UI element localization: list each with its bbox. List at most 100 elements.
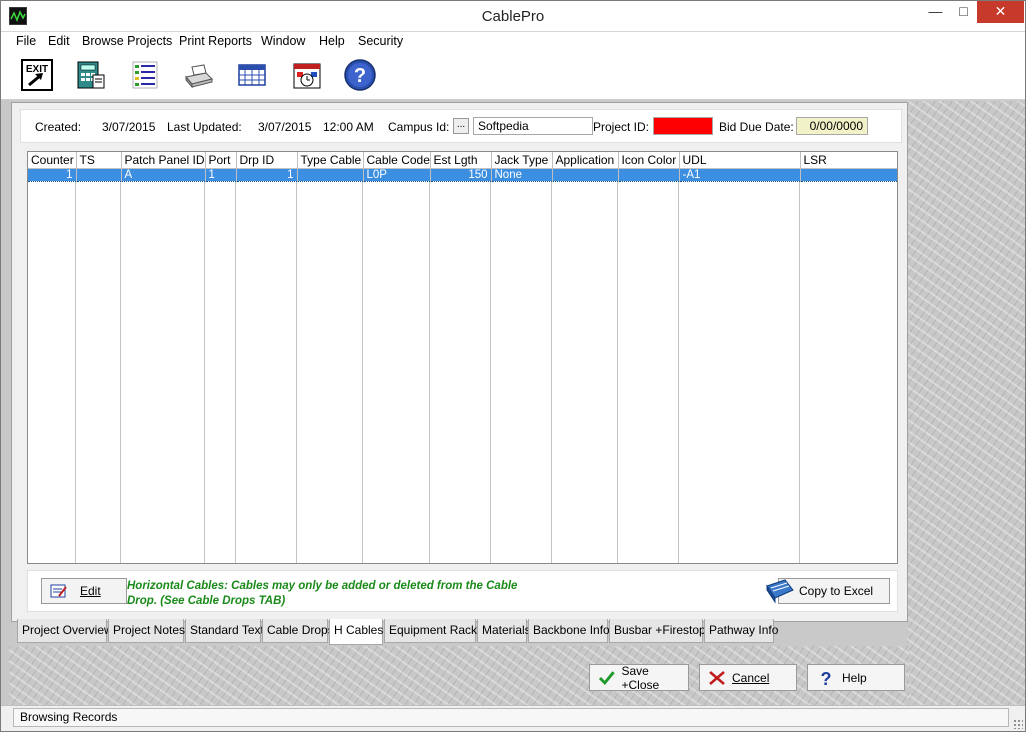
- minimize-icon: —: [928, 3, 943, 19]
- table-row[interactable]: 1 A 1 1 L0P 150 None -A1: [28, 167, 897, 182]
- edit-button[interactable]: Edit: [41, 578, 127, 604]
- campus-id-field[interactable]: Softpedia: [473, 117, 593, 135]
- col-icon-color[interactable]: Icon Color: [618, 152, 680, 169]
- grid-header-row: Counter TS Patch Panel ID Port Drp ID Ty…: [28, 152, 897, 169]
- menu-print-reports[interactable]: Print Reports: [179, 34, 252, 48]
- updated-time: 12:00 AM: [323, 120, 374, 134]
- grid-divider: [551, 182, 552, 563]
- checkmark-icon: [598, 670, 615, 685]
- tab-busbar-firestops[interactable]: Busbar +Firestops: [609, 619, 712, 643]
- help-label: Help: [842, 670, 867, 685]
- cell-est-lgth[interactable]: 150: [430, 167, 492, 182]
- x-icon: [709, 670, 725, 685]
- help-icon: ?: [344, 59, 376, 91]
- col-drp-id[interactable]: Drp ID: [236, 152, 298, 169]
- col-ts[interactable]: TS: [76, 152, 122, 169]
- menu-security[interactable]: Security: [358, 34, 403, 48]
- col-jack-type[interactable]: Jack Type: [491, 152, 553, 169]
- info-line-2: Drop. (See Cable Drops TAB): [127, 595, 286, 607]
- menu-edit[interactable]: Edit: [48, 34, 70, 48]
- campus-browse-button[interactable]: ...: [453, 118, 469, 134]
- list-icon: [132, 61, 158, 89]
- cell-drp-id[interactable]: 1: [236, 167, 298, 182]
- list-button[interactable]: [128, 58, 162, 92]
- menu-file[interactable]: File: [16, 34, 36, 48]
- print-button[interactable]: [181, 58, 215, 92]
- tab-materials[interactable]: Materials: [477, 619, 531, 643]
- maximize-button[interactable]: □: [950, 1, 977, 23]
- cell-udl[interactable]: -A1: [679, 167, 801, 182]
- col-port[interactable]: Port: [205, 152, 237, 169]
- h-cables-grid[interactable]: Counter TS Patch Panel ID Port Drp ID Ty…: [27, 151, 898, 564]
- menu-window[interactable]: Window: [261, 34, 305, 48]
- updated-date: 3/07/2015: [258, 120, 312, 134]
- grid-divider: [75, 182, 76, 563]
- cell-jack-type[interactable]: None: [491, 167, 553, 182]
- grid-divider: [617, 182, 618, 563]
- window-title: CablePro: [481, 8, 545, 25]
- grid-table: Counter TS Patch Panel ID Port Drp ID Ty…: [28, 152, 897, 182]
- help-button[interactable]: ? Help: [807, 664, 905, 691]
- created-label: Created:: [35, 120, 82, 134]
- col-counter[interactable]: Counter: [28, 152, 77, 169]
- menu-help[interactable]: Help: [319, 34, 345, 48]
- col-application[interactable]: Application: [552, 152, 619, 169]
- calculator-button[interactable]: [74, 58, 108, 92]
- tab-cable-drops[interactable]: Cable Drops: [262, 619, 334, 643]
- col-lsr[interactable]: LSR: [800, 152, 897, 169]
- project-id-label: Project ID:: [593, 120, 650, 134]
- help-toolbar-button[interactable]: ?: [343, 58, 377, 92]
- h-cables-panel: Created: 3/07/2015 Last Updated: 3/07/20…: [11, 102, 908, 622]
- col-cable-code[interactable]: Cable Code: [363, 152, 431, 169]
- menu-browse-projects[interactable]: Browse Projects: [82, 34, 172, 48]
- minimize-button[interactable]: —: [921, 1, 950, 23]
- close-button[interactable]: ✕: [977, 1, 1024, 23]
- resize-grip-icon[interactable]: [1013, 719, 1023, 729]
- cell-ts[interactable]: [76, 167, 122, 182]
- col-patch-panel-id[interactable]: Patch Panel ID: [121, 152, 206, 169]
- cell-patch-panel-id[interactable]: A: [121, 167, 206, 182]
- grid-actions-bar: Edit Horizontal Cables: Cables may only …: [27, 570, 898, 612]
- save-close-button[interactable]: Save +Close: [589, 664, 689, 692]
- edit-label: Edit: [80, 584, 101, 598]
- col-type-cable[interactable]: Type Cable: [297, 152, 364, 169]
- info-line-1: Horizontal Cables: Cables may only be ad…: [127, 580, 518, 592]
- close-icon: ✕: [994, 3, 1007, 19]
- col-udl[interactable]: UDL: [679, 152, 801, 169]
- cancel-button[interactable]: Cancel: [699, 664, 797, 691]
- edit-icon: [50, 584, 67, 598]
- cell-counter[interactable]: 1: [28, 167, 77, 182]
- grid-divider: [799, 182, 800, 563]
- excel-icon: [766, 579, 794, 604]
- grid-view-button[interactable]: [235, 58, 269, 92]
- copy-to-excel-button[interactable]: Copy to Excel: [766, 578, 890, 604]
- cell-lsr[interactable]: [800, 167, 897, 182]
- col-est-lgth[interactable]: Est Lgth: [430, 152, 492, 169]
- cancel-label: Cancel: [732, 670, 770, 685]
- grid-divider: [490, 182, 491, 563]
- cell-icon-color[interactable]: [618, 167, 680, 182]
- copy-to-excel-label: Copy to Excel: [799, 584, 874, 598]
- tab-backbone-info[interactable]: Backbone Info: [528, 619, 610, 643]
- bid-due-label: Bid Due Date:: [719, 120, 794, 134]
- tab-project-overview[interactable]: Project Overview: [17, 619, 113, 643]
- info-message: Horizontal Cables: Cables may only be ad…: [127, 579, 567, 609]
- tab-project-notes[interactable]: Project Notes:: [108, 619, 188, 643]
- tab-pathway-info[interactable]: Pathway Info: [704, 619, 778, 643]
- tab-equipment-racks[interactable]: Equipment Racks: [384, 619, 483, 643]
- cell-type-cable[interactable]: [297, 167, 364, 182]
- project-id-field[interactable]: [653, 117, 713, 135]
- tab-standard-text[interactable]: Standard Text: [185, 619, 264, 643]
- cell-application[interactable]: [552, 167, 619, 182]
- svg-text:?: ?: [821, 669, 832, 687]
- grid-divider: [429, 182, 430, 563]
- cell-cable-code[interactable]: L0P: [363, 167, 431, 182]
- grid-divider: [678, 182, 679, 563]
- schedule-button[interactable]: [290, 58, 324, 92]
- bid-due-date-field[interactable]: 0/00/0000: [796, 117, 868, 135]
- app-window: CablePro — □ ✕ File Edit Browse Projects…: [0, 0, 1026, 732]
- exit-button[interactable]: EXIT: [20, 58, 54, 92]
- cell-port[interactable]: 1: [205, 167, 237, 182]
- tab-h-cables[interactable]: H Cables: [329, 619, 383, 645]
- status-text: Browsing Records: [13, 708, 1009, 727]
